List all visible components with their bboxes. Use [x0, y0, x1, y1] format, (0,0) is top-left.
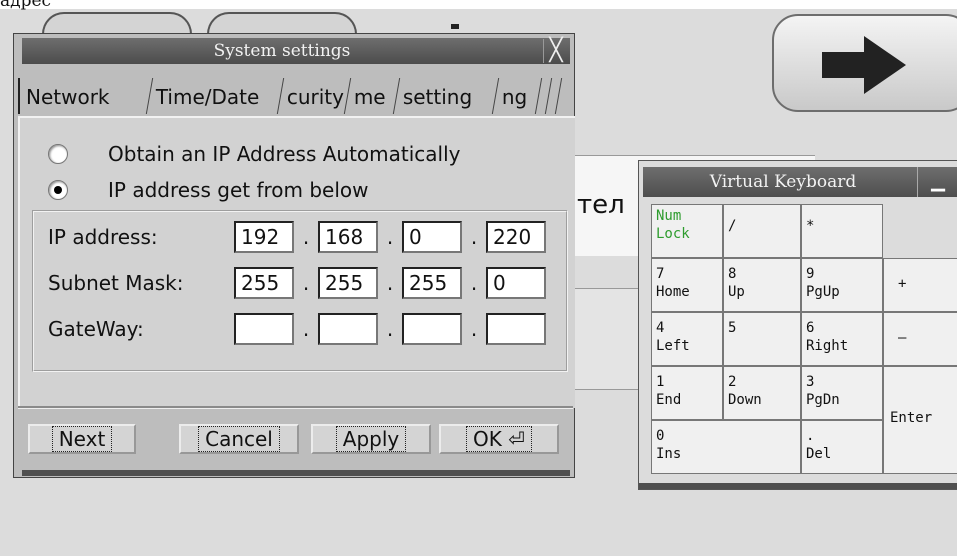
key-0-ins[interactable]: 0 Ins	[651, 420, 801, 474]
key-4-left[interactable]: 4 Left	[651, 312, 723, 366]
key-divide[interactable]: /	[723, 204, 801, 258]
background-panel-lower	[575, 288, 645, 390]
key-9-pgup[interactable]: 9 PgUp	[801, 258, 883, 312]
tab-theme[interactable]: me	[343, 78, 397, 114]
key-6-right[interactable]: 6 Right	[801, 312, 883, 366]
key-8-up[interactable]: 8 Up	[723, 258, 801, 312]
gateway-octet-1[interactable]	[234, 313, 294, 345]
background-partial-text: тел	[577, 190, 625, 220]
gateway-octet-3[interactable]	[402, 313, 462, 345]
enter-icon: ⏎	[508, 427, 525, 451]
tab-network[interactable]: Network	[18, 78, 145, 114]
subnet-mask-row: Subnet Mask: 255 . 255 . 255 . 0	[48, 266, 546, 300]
minimize-icon[interactable]: ▁	[917, 167, 957, 197]
system-settings-dialog: System settings ╳ Network Time/Date curi…	[13, 33, 575, 478]
tab-security[interactable]: curity	[276, 78, 348, 114]
dialog-divider	[18, 406, 573, 409]
virtual-keyboard: Virtual Keyboard ▁ Num Lock / * 7 Home 8 Up…	[638, 160, 957, 490]
gateway-row: GateWay: . . .	[48, 312, 546, 346]
ip-address-row: IP address: 192 . 168 . 0 . 220	[48, 220, 546, 254]
key-dot-del[interactable]: . Del	[801, 420, 883, 474]
tab-time-date[interactable]: Time/Date	[145, 78, 281, 114]
gateway-octet-2[interactable]	[318, 313, 378, 345]
gateway-octet-4[interactable]	[486, 313, 546, 345]
ip-octet-1[interactable]: 192	[234, 221, 294, 253]
mask-octet-4[interactable]: 0	[486, 267, 546, 299]
subnet-mask-label: Subnet Mask:	[48, 271, 184, 295]
key-num-lock[interactable]: Num Lock	[651, 204, 723, 258]
key-7-home[interactable]: 7 Home	[651, 258, 723, 312]
keyboard-bottom-rule	[639, 483, 957, 489]
tab-bar: Network Time/Date curity me setting ng	[18, 78, 574, 116]
key-5[interactable]: 5	[723, 312, 801, 366]
radio-label: IP address get from below	[108, 178, 369, 202]
mask-octet-3[interactable]: 255	[402, 267, 462, 299]
key-multiply[interactable]: *	[801, 204, 883, 258]
dialog-titlebar[interactable]: System settings ╳	[22, 38, 570, 64]
ok-button[interactable]: OK ⏎	[439, 424, 559, 454]
tab-setting[interactable]: setting	[392, 78, 496, 114]
key-2-down[interactable]: 2 Down	[723, 366, 801, 420]
keyboard-title: Virtual Keyboard	[709, 172, 857, 192]
key-enter[interactable]: Enter	[883, 366, 957, 474]
apply-button[interactable]: Apply	[311, 424, 431, 454]
ip-address-label: IP address:	[48, 225, 158, 249]
radio-obtain-auto[interactable]: Obtain an IP Address Automatically	[48, 140, 461, 168]
ip-settings-group: IP address: 192 . 168 . 0 . 220 Subnet M…	[32, 210, 568, 372]
mask-octet-1[interactable]: 255	[234, 267, 294, 299]
key-1-end[interactable]: 1 End	[651, 366, 723, 420]
top-strip	[0, 0, 957, 9]
next-arrow-button[interactable]	[772, 14, 957, 112]
dialog-title: System settings	[213, 41, 351, 61]
radio-label: Obtain an IP Address Automatically	[108, 142, 461, 166]
background-dash	[451, 24, 459, 29]
key-minus[interactable]: –	[883, 312, 957, 366]
radio-manual-ip[interactable]: IP address get from below	[48, 176, 369, 204]
tab-ng[interactable]: ng	[491, 78, 539, 114]
arrow-right-icon	[822, 36, 906, 94]
key-3-pgdn[interactable]: 3 PgDn	[801, 366, 883, 420]
ip-octet-4[interactable]: 220	[486, 221, 546, 253]
radio-button[interactable]	[48, 144, 68, 164]
background-label: адрес	[0, 0, 52, 11]
cancel-button[interactable]: Cancel	[179, 424, 299, 454]
gateway-label: GateWay:	[48, 317, 144, 341]
ip-octet-2[interactable]: 168	[318, 221, 378, 253]
key-plus[interactable]: +	[883, 258, 957, 312]
mask-octet-2[interactable]: 255	[318, 267, 378, 299]
radio-button-checked[interactable]	[48, 180, 68, 200]
network-panel: Obtain an IP Address Automatically IP ad…	[18, 116, 575, 408]
ip-octet-3[interactable]: 0	[402, 221, 462, 253]
dialog-bottom-rule	[22, 470, 570, 476]
keyboard-titlebar[interactable]: Virtual Keyboard ▁	[643, 167, 957, 197]
next-button[interactable]: Next	[28, 424, 136, 454]
close-icon[interactable]: ╳	[543, 39, 568, 63]
